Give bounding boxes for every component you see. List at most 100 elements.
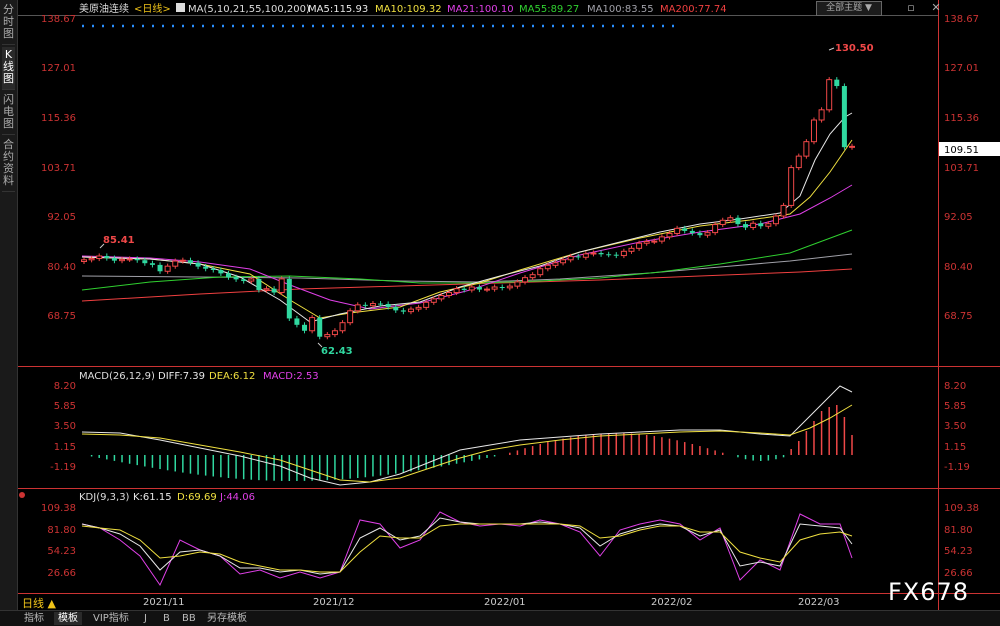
candle-body [195, 262, 201, 267]
candle-body [643, 241, 650, 244]
candle-body [248, 278, 255, 282]
low-annotation: 62.43 [321, 346, 353, 357]
candle-body [522, 277, 529, 283]
candle-body [491, 286, 498, 290]
candle-body [134, 258, 140, 261]
tab-vip-indicator[interactable]: VIP指标 [89, 612, 133, 625]
high-pointer [828, 47, 835, 51]
theme-label: 全部主题 [826, 3, 863, 13]
date-tick: 2021/12 [313, 597, 355, 608]
candle-body [378, 303, 384, 305]
kdj-k: K:61.15 [133, 492, 172, 503]
symbol-name: 美原油连续 [79, 2, 129, 15]
tab-bb[interactable]: BB [178, 612, 200, 625]
tab-b[interactable]: B [159, 612, 174, 625]
candle-body [750, 222, 757, 229]
candle-body [393, 306, 399, 311]
ma10-line [81, 139, 853, 319]
macd-value: MACD:2.53 [263, 371, 319, 382]
price-tick: 115.36 [944, 113, 979, 124]
kline-chart[interactable]: 美原油连续 <日线> MA(5,10,21,55,100,200) MA5:11… [0, 0, 1000, 610]
price-tick-left: 115.36 [41, 113, 76, 124]
current-price: 109.51 [944, 145, 979, 156]
date-tick: 2022/02 [651, 597, 693, 608]
macd-tick-left: 8.20 [54, 381, 76, 392]
candle-body [818, 109, 825, 121]
candle-body [362, 304, 368, 306]
k-line [81, 517, 853, 575]
kdj-tick-left: 109.38 [41, 503, 76, 514]
candle-body [263, 288, 270, 291]
candle-body [476, 286, 482, 290]
candle-body [241, 279, 247, 282]
candle-body [712, 224, 719, 234]
date-tick: 2021/11 [143, 597, 185, 608]
candle-body [514, 281, 521, 287]
candle-body [149, 263, 155, 265]
macd-diff: DIFF:7.39 [158, 371, 205, 382]
candle-body [119, 258, 126, 262]
low-pointer [317, 342, 323, 348]
candle-body [81, 259, 87, 263]
ma200-value: MA200:77.74 [660, 4, 727, 15]
kdj-tick-left: 81.80 [47, 525, 76, 536]
period-indicator[interactable]: 日线 ▲ [22, 595, 56, 611]
candle-body [849, 145, 855, 148]
ma-settings-icon[interactable] [176, 3, 185, 12]
restore-icon[interactable]: ▫ [903, 1, 919, 15]
kdj-j: J:44.06 [219, 492, 255, 503]
candle-body [430, 298, 437, 303]
ma55-line [81, 229, 853, 291]
candle-body [772, 215, 779, 225]
candle-body [834, 79, 840, 87]
candle-body [111, 258, 117, 261]
high-annotation: 130.50 [835, 43, 874, 54]
macd-tick-left: 3.50 [54, 421, 76, 432]
d-line [81, 523, 853, 573]
candle-body [613, 254, 619, 256]
candle-body [765, 223, 772, 227]
price-tick: 103.71 [944, 163, 979, 174]
candle-body [88, 258, 95, 261]
candle-body [415, 306, 422, 310]
close-icon[interactable]: ✕ [928, 1, 944, 15]
candle-body [347, 310, 354, 324]
candle-body [354, 304, 361, 312]
candle-body [803, 141, 810, 157]
macd-tick: 5.85 [944, 401, 966, 412]
macd-tick-left: 5.85 [54, 401, 76, 412]
candle-body [841, 86, 847, 148]
kdj-settings-icon[interactable] [19, 492, 25, 498]
candle-body [445, 292, 452, 296]
price-tick: 68.75 [944, 311, 973, 322]
candle-body [400, 310, 406, 312]
candle-body [795, 155, 802, 169]
tab-template[interactable]: 模板 [54, 612, 82, 625]
kdj-tick: 109.38 [944, 503, 979, 514]
candle-body [423, 301, 430, 308]
candle-body [187, 260, 193, 263]
macd-tick-left: -1.19 [50, 462, 76, 473]
tab-save-template[interactable]: 另存模板 [203, 612, 251, 625]
tab-j[interactable]: J [140, 612, 151, 625]
candle-body [537, 268, 544, 276]
candle-body [780, 204, 787, 217]
candle-body [233, 277, 239, 280]
kdj-tick-left: 26.66 [47, 568, 76, 579]
candle-body [339, 322, 346, 332]
candle-body [719, 219, 726, 226]
kdj-tick: 54.23 [944, 546, 973, 557]
candle-body [567, 255, 574, 261]
tab-indicator[interactable]: 指标 [20, 612, 48, 625]
macd-histogram [90, 405, 853, 481]
candle-body [331, 330, 338, 336]
price-tick-left: 92.05 [47, 212, 76, 223]
candle-body [704, 232, 711, 236]
ma10-value: MA10:109.32 [375, 4, 442, 15]
candle-body [620, 250, 627, 257]
candle-body [218, 270, 224, 274]
theme-dropdown[interactable]: 全部主题 ▼ [816, 1, 882, 16]
ma-params: MA(5,10,21,55,100,200) [188, 4, 310, 15]
kdj-tick-left: 54.23 [47, 546, 76, 557]
candle-body [666, 232, 673, 238]
